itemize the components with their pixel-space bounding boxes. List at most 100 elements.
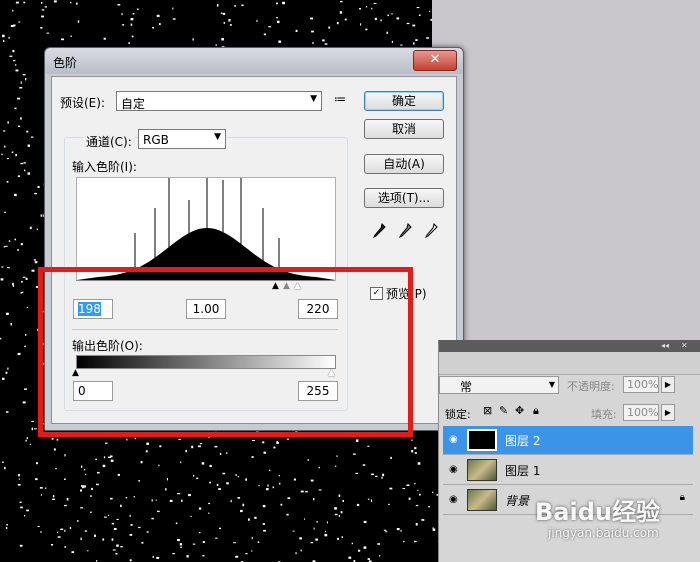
noise-speck	[226, 452, 228, 455]
noise-speck	[342, 500, 344, 502]
noise-speck	[157, 510, 160, 513]
noise-speck	[199, 443, 203, 445]
noise-speck	[235, 555, 239, 558]
noise-speck	[286, 513, 289, 516]
noise-speck	[7, 267, 10, 269]
noise-speck	[71, 551, 75, 554]
noise-speck	[23, 1, 26, 4]
noise-speck	[81, 485, 84, 487]
white-input-slider[interactable]: ▲	[294, 282, 301, 291]
input-white-field[interactable]: 220	[298, 299, 338, 319]
opacity-arrow-button[interactable]: ▶	[661, 376, 675, 393]
noise-speck	[20, 243, 23, 246]
noise-speck	[251, 536, 253, 540]
collapse-icon[interactable]: ◂◂	[661, 341, 669, 350]
lock-brush-icon[interactable]: ✎	[499, 404, 508, 417]
black-eyedropper-icon[interactable]	[372, 223, 386, 239]
opacity-input[interactable]: 100%	[623, 376, 659, 393]
noise-speck	[4, 145, 6, 148]
noise-speck	[340, 511, 343, 514]
noise-speck	[177, 493, 181, 495]
noise-speck	[14, 107, 17, 110]
noise-speck	[26, 130, 29, 133]
noise-speck	[18, 478, 20, 480]
cancel-button[interactable]: 取消	[364, 119, 444, 139]
channel-select[interactable]: RGB ▼	[138, 129, 226, 149]
noise-speck	[172, 18, 176, 20]
noise-speck	[12, 49, 15, 53]
auto-button[interactable]: 自动(A)	[364, 154, 444, 174]
noise-speck	[152, 26, 155, 29]
noise-speck	[222, 472, 226, 475]
gamma-input-slider[interactable]: ▲	[283, 282, 290, 291]
output-white-field[interactable]: 255	[298, 381, 338, 401]
preset-select[interactable]: 自定 ▼	[116, 91, 322, 111]
noise-speck	[120, 504, 122, 508]
lock-all-icon[interactable]: 🔒︎	[533, 404, 539, 418]
noise-speck	[356, 503, 360, 507]
gray-eyedropper-icon[interactable]	[398, 223, 412, 239]
noise-speck	[169, 499, 173, 502]
lock-move-icon[interactable]: ✥	[515, 404, 524, 417]
noise-speck	[97, 471, 100, 474]
close-icon[interactable]: ✕	[681, 341, 688, 350]
input-black-field[interactable]: 198	[73, 299, 113, 319]
noise-speck	[27, 144, 30, 147]
output-black-field[interactable]: 0	[73, 381, 113, 401]
noise-speck	[186, 555, 189, 558]
noise-speck	[156, 556, 160, 559]
black-output-slider[interactable]: ▲	[72, 369, 79, 378]
noise-speck	[388, 503, 390, 506]
fill-input[interactable]: 100%	[623, 404, 659, 421]
fill-label: 填充:	[591, 408, 617, 421]
noise-speck	[304, 518, 306, 520]
blend-mode-select[interactable]: 常 ▼	[439, 376, 559, 394]
noise-speck	[336, 21, 339, 25]
visibility-eye-icon[interactable]: ◉	[449, 494, 458, 505]
noise-speck	[268, 26, 272, 28]
close-button[interactable]: ✕	[413, 50, 457, 71]
noise-speck	[310, 479, 314, 482]
noise-speck	[341, 536, 343, 539]
visibility-eye-icon[interactable]: ◉	[449, 464, 458, 475]
noise-speck	[24, 169, 26, 172]
preview-checkbox[interactable]: ✓	[370, 287, 383, 300]
layer-row-layer1[interactable]: ◉ 图层 1	[443, 456, 693, 485]
noise-speck	[69, 526, 72, 530]
noise-speck	[33, 259, 36, 261]
noise-speck	[252, 440, 255, 441]
noise-speck	[22, 74, 26, 76]
noise-speck	[382, 473, 385, 477]
ok-button[interactable]: 确定	[364, 91, 444, 111]
noise-speck	[108, 514, 110, 516]
noise-speck	[77, 20, 80, 23]
output-levels-label: 输出色阶(O):	[72, 339, 143, 353]
white-output-slider[interactable]: ▲	[328, 369, 335, 378]
noise-speck	[7, 367, 9, 370]
noise-speck	[159, 23, 161, 26]
lock-transparent-icon[interactable]: ⊠	[483, 404, 492, 417]
noise-speck	[219, 452, 222, 455]
visibility-eye-icon[interactable]: ◉	[449, 434, 458, 445]
noise-speck	[328, 26, 331, 29]
noise-speck	[315, 538, 318, 541]
options-button[interactable]: 选项(T)...	[364, 188, 444, 208]
input-gamma-field[interactable]: 1.00	[186, 299, 226, 319]
black-input-slider[interactable]: ▲	[272, 282, 279, 291]
fill-arrow-button[interactable]: ▶	[661, 404, 675, 421]
noise-speck	[21, 281, 23, 283]
white-eyedropper-icon[interactable]	[424, 223, 438, 239]
preset-menu-icon[interactable]: ≔	[334, 92, 346, 106]
noise-speck	[76, 2, 78, 5]
noise-speck	[432, 528, 436, 531]
dialog-titlebar[interactable]: 色阶 ✕	[45, 48, 463, 74]
layer-row-layer2[interactable]: ◉ 图层 2	[443, 426, 693, 455]
noise-speck	[17, 484, 21, 486]
noise-speck	[268, 469, 271, 471]
noise-speck	[51, 544, 54, 546]
noise-speck	[390, 432, 393, 435]
layer-thumbnail	[467, 459, 497, 481]
dialog-client: 预设(E): 自定 ▼ ≔ 通道(C): RGB ▼ 输入色阶(I): ▲ ▲ …	[51, 76, 457, 424]
noise-speck	[15, 69, 19, 72]
noise-speck	[82, 486, 85, 489]
